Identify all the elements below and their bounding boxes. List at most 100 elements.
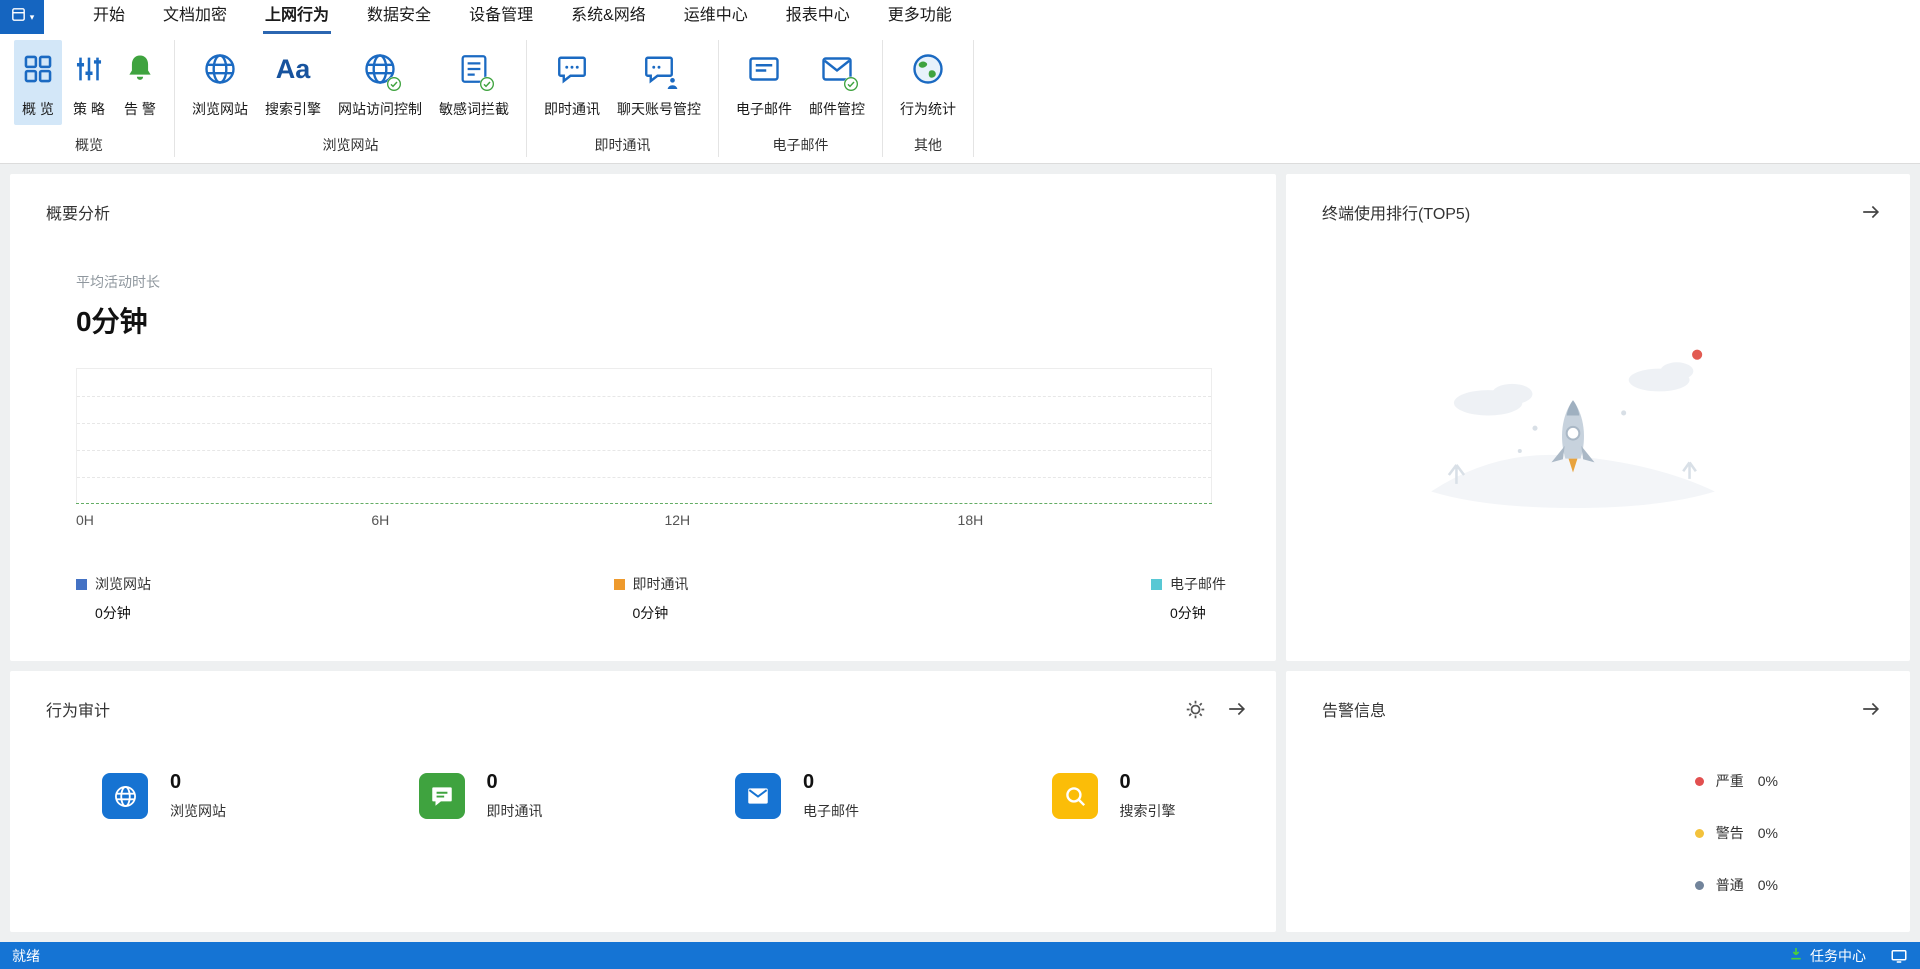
app-menu-button[interactable]: ▾ — [0, 0, 44, 34]
search-icon — [1052, 773, 1098, 819]
ribbon-btn-label: 搜索引擎 — [265, 99, 321, 119]
stat-email[interactable]: 0 电子邮件 — [643, 771, 960, 821]
stat-label: 电子邮件 — [803, 801, 859, 821]
summary-card-title: 概要分析 — [46, 200, 110, 224]
top5-card-title: 终端使用排行(TOP5) — [1322, 200, 1470, 224]
menu-tab-doc-encryption[interactable]: 文档加密 — [161, 0, 229, 34]
alert-level-warning[interactable]: 警告 0% — [1695, 823, 1778, 843]
legend-value: 0分钟 — [95, 603, 151, 623]
monitor-icon[interactable] — [1890, 947, 1908, 965]
alert-level-label: 警告 — [1716, 823, 1744, 843]
stat-search-engine[interactable]: 0 搜索引擎 — [960, 771, 1277, 821]
behavior-audit-card: 行为审计 0 浏览网站 — [10, 671, 1276, 932]
chart-baseline — [76, 503, 1212, 504]
menu-tab-start[interactable]: 开始 — [91, 0, 127, 34]
ribbon-btn-label: 浏览网站 — [192, 99, 248, 119]
ribbon-btn-label: 敏感词拦截 — [439, 99, 509, 119]
download-icon — [1788, 946, 1804, 965]
alert-level-critical[interactable]: 严重 0% — [1695, 771, 1778, 791]
ribbon-btn-label: 告 警 — [124, 99, 156, 119]
stat-value: 0 — [1120, 771, 1176, 794]
ribbon-group-web-browsing: 浏览网站 Aa 搜索引擎 网站访问控制 敏感词拦截 浏览网站 — [175, 34, 526, 163]
alert-level-value: 0% — [1758, 773, 1778, 789]
stat-web-browsing[interactable]: 0 浏览网站 — [10, 771, 327, 821]
ribbon-btn-label: 即时通讯 — [544, 99, 600, 119]
gear-icon[interactable] — [1185, 699, 1206, 720]
ribbon-btn-overview[interactable]: 概 览 — [14, 40, 62, 125]
ribbon-btn-policy[interactable]: 策 略 — [65, 40, 113, 125]
stat-label: 浏览网站 — [170, 801, 226, 821]
alert-level-value: 0% — [1758, 877, 1778, 893]
menu-tab-ops-center[interactable]: 运维中心 — [682, 0, 750, 34]
chat-icon — [554, 48, 590, 90]
ribbon-btn-behavior-stats[interactable]: 行为统计 — [893, 40, 963, 125]
x-tick: 18H — [958, 512, 984, 528]
ribbon-group-other: 行为统计 其他 — [883, 34, 973, 163]
menu-tab-system-network[interactable]: 系统&网络 — [569, 0, 648, 34]
stat-value: 0 — [487, 771, 543, 794]
ribbon-btn-email[interactable]: 电子邮件 — [729, 40, 799, 125]
ribbon-btn-label: 邮件管控 — [809, 99, 865, 119]
ribbon-group-email: 电子邮件 邮件管控 电子邮件 — [719, 34, 882, 163]
chart-x-axis: 0H 6H 12H 18H — [76, 512, 1212, 536]
stat-label: 即时通讯 — [487, 801, 543, 821]
ribbon-btn-web-access-control[interactable]: 网站访问控制 — [331, 40, 429, 125]
alert-dot — [1695, 881, 1704, 890]
avg-activity-duration-value: 0分钟 — [76, 300, 1276, 340]
menu-tab-more-features[interactable]: 更多功能 — [886, 0, 954, 34]
gridline — [77, 423, 1211, 424]
legend-label: 即时通讯 — [633, 574, 689, 594]
stat-label: 搜索引擎 — [1120, 801, 1176, 821]
ribbon-group-label: 电子邮件 — [719, 133, 882, 163]
statusbar: 就绪 任务中心 — [0, 942, 1920, 969]
alert-level-label: 严重 — [1716, 771, 1744, 791]
stat-instant-messaging[interactable]: 0 即时通讯 — [327, 771, 644, 821]
ribbon-btn-chat-account-control[interactable]: 聊天账号管控 — [610, 40, 708, 125]
alert-dot — [1695, 777, 1704, 786]
legend-value: 0分钟 — [1170, 603, 1226, 623]
font-icon: Aa — [276, 48, 311, 90]
legend-item-im[interactable]: 即时通讯 0分钟 — [614, 574, 689, 623]
ribbon-btn-mail-control[interactable]: 邮件管控 — [802, 40, 872, 125]
menu-tab-data-security[interactable]: 数据安全 — [365, 0, 433, 34]
ribbon-group-label: 其他 — [883, 133, 973, 163]
alert-info-card: 告警信息 严重 0% 警告 0% 普通 0% — [1286, 671, 1910, 932]
globe-icon — [202, 48, 238, 90]
menu-tabs: 开始 文档加密 上网行为 数据安全 设备管理 系统&网络 运维中心 报表中心 更… — [74, 0, 971, 34]
alert-level-value: 0% — [1758, 825, 1778, 841]
legend-item-web[interactable]: 浏览网站 0分钟 — [76, 574, 151, 623]
alert-level-label: 普通 — [1716, 875, 1744, 895]
arrow-right-icon[interactable] — [1860, 698, 1882, 720]
ribbon-group-label: 即时通讯 — [527, 133, 718, 163]
task-center-button[interactable]: 任务中心 — [1788, 946, 1866, 966]
activity-chart — [76, 368, 1212, 504]
legend-swatch — [614, 579, 625, 590]
menubar: ▾ 开始 文档加密 上网行为 数据安全 设备管理 系统&网络 运维中心 报表中心… — [0, 0, 1920, 34]
alert-level-normal[interactable]: 普通 0% — [1695, 875, 1778, 895]
chevron-down-icon: ▾ — [30, 13, 35, 22]
ribbon-btn-instant-messaging[interactable]: 即时通讯 — [537, 40, 607, 125]
chat-user-icon — [641, 48, 677, 90]
mail-check-icon — [819, 48, 855, 90]
menu-tab-internet-behavior[interactable]: 上网行为 — [263, 0, 331, 34]
ribbon-btn-search-engine[interactable]: Aa 搜索引擎 — [258, 40, 328, 125]
app-window-icon — [10, 6, 27, 28]
globe-stats-icon — [910, 48, 946, 90]
grid-icon — [21, 48, 55, 90]
summary-analysis-card: 概要分析 平均活动时长 0分钟 0H 6H 12H 18H 浏览网站 0分钟 — [10, 174, 1276, 661]
ribbon-btn-alert[interactable]: 告 警 — [116, 40, 164, 125]
ribbon-btn-browse-website[interactable]: 浏览网站 — [185, 40, 255, 125]
globe-icon — [102, 773, 148, 819]
ribbon-btn-sensitive-word-block[interactable]: 敏感词拦截 — [432, 40, 516, 125]
status-ready-text: 就绪 — [12, 946, 40, 966]
arrow-right-icon[interactable] — [1860, 201, 1882, 223]
ribbon-btn-label: 电子邮件 — [736, 99, 792, 119]
menu-tab-report-center[interactable]: 报表中心 — [784, 0, 852, 34]
bell-icon — [123, 48, 157, 90]
chart-legend: 浏览网站 0分钟 即时通讯 0分钟 电子邮件 0分钟 — [76, 574, 1226, 623]
ribbon: 概 览 策 略 告 警 概览 浏览网站 — [0, 34, 1920, 164]
legend-item-email[interactable]: 电子邮件 0分钟 — [1151, 574, 1226, 623]
menu-tab-device-management[interactable]: 设备管理 — [467, 0, 535, 34]
legend-label: 电子邮件 — [1170, 574, 1226, 594]
arrow-right-icon[interactable] — [1226, 698, 1248, 720]
